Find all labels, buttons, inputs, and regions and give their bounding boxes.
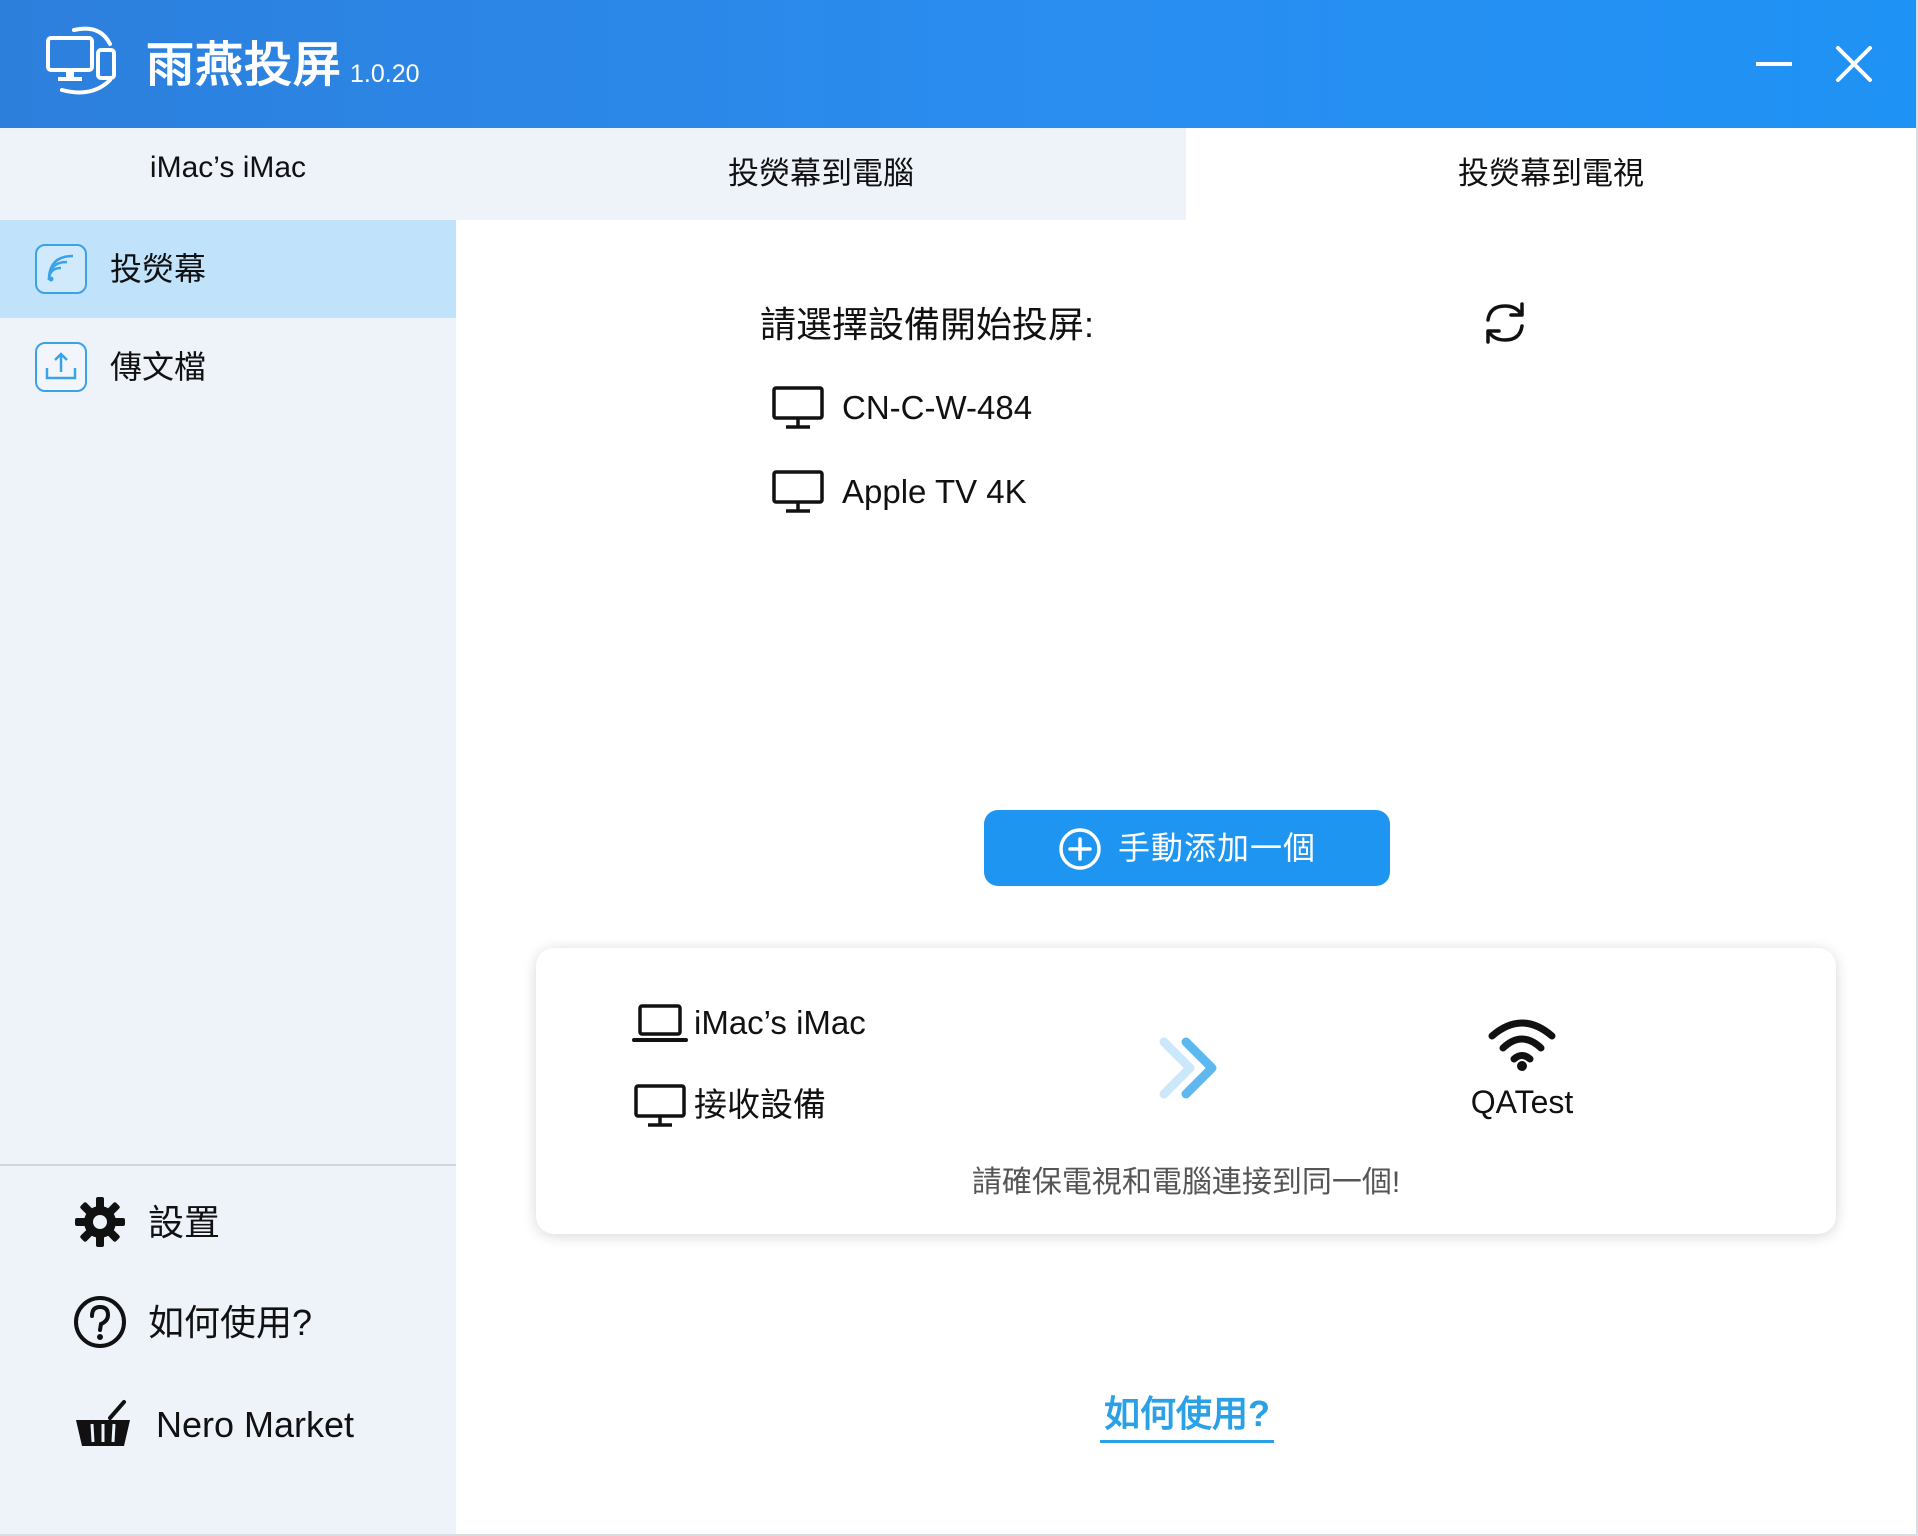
app-window: 雨燕投屏 1.0.20 iMac’s iMac 投熒幕 傳文檔 設置 如何使用?… [0,0,1918,1536]
basket-icon [76,1400,130,1446]
minimize-icon[interactable] [1750,40,1798,88]
monitor-icon [772,386,824,429]
wifi-icon [1488,1019,1556,1071]
help-icon [74,1296,126,1348]
wifi-network-name: QATest [1470,1084,1574,1120]
device-name: CN-C-W-484 [842,389,1033,426]
choose-device-label: 請選擇設備開始投屏: [760,304,1095,345]
plus-circle-icon [1059,828,1101,870]
double-chevron-right-icon [1159,1037,1217,1099]
tab-cast-to-computer[interactable]: 投熒幕到電腦 [456,128,1186,220]
upload-file-icon [35,342,87,392]
cast-icon [35,244,87,294]
laptop-icon [632,1004,688,1042]
tab-bar: 投熒幕到電腦 投熒幕到電視 [456,128,1916,220]
add-device-manually-button[interactable]: 手動添加一個 [984,810,1390,886]
title-bar: 雨燕投屏 1.0.20 [0,0,1916,128]
receiver-label: 接收設備 [694,1086,826,1123]
refresh-icon[interactable] [1480,298,1530,348]
app-title: 雨燕投屏 [146,39,343,92]
help-button[interactable]: 如何使用? [72,1288,432,1358]
monitor-icon [772,470,824,513]
how-to-use-link[interactable]: 如何使用? [1100,1390,1274,1443]
help-label: 如何使用? [148,1302,313,1343]
close-icon[interactable] [1830,40,1878,88]
app-version: 1.0.20 [350,60,420,88]
settings-label: 設置 [148,1202,221,1243]
add-button-label: 手動添加一個 [1118,830,1317,866]
same-network-note: 請確保電視和電腦連接到同一個! [971,1166,1401,1199]
nero-market-label: Nero Market [156,1404,355,1445]
connection-info-card: iMac’s iMac 接收設備 QATest 請確保電視和電腦連接到同一個! [536,948,1836,1234]
tab-cast-to-tv[interactable]: 投熒幕到電視 [1186,128,1916,220]
sidebar: iMac’s iMac 投熒幕 傳文檔 設置 如何使用? Nero Market [0,128,456,1534]
device-item[interactable]: CN-C-W-484 [772,380,1272,436]
device-name: iMac’s iMac [149,151,307,184]
sidebar-divider [0,1164,456,1166]
sidebar-item-label: 投熒幕 [110,251,207,287]
monitor-icon [634,1084,686,1127]
gear-icon [75,1197,125,1247]
sidebar-item-cast[interactable]: 投熒幕 [0,220,456,318]
settings-button[interactable]: 設置 [72,1188,432,1258]
app-logo-icon [46,26,116,95]
nero-market-button[interactable]: Nero Market [72,1390,432,1460]
sidebar-item-label: 傳文檔 [110,349,207,385]
device-item[interactable]: Apple TV 4K [772,464,1272,520]
device-name: Apple TV 4K [842,473,1027,510]
source-device-name: iMac’s iMac [694,1004,866,1041]
sidebar-item-transfer-file[interactable]: 傳文檔 [0,318,456,416]
